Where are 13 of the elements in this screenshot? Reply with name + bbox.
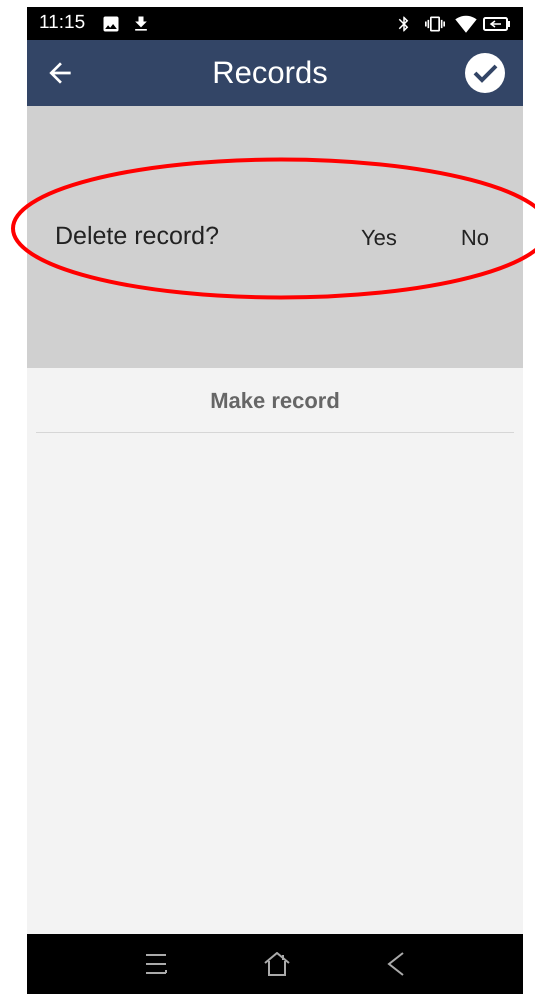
menu-icon[interactable] — [145, 953, 168, 975]
dialog-option[interactable]: Yes — [360, 220, 397, 254]
vibrate-icon — [425, 14, 445, 34]
back-icon[interactable] — [386, 952, 405, 976]
image-icon — [101, 14, 122, 34]
header-title: Records — [211, 54, 329, 92]
confirm-button[interactable] — [463, 51, 507, 95]
dialog-message: Delete record? — [55, 221, 220, 252]
battery-icon — [483, 16, 511, 30]
status-time: 11:15 — [39, 11, 86, 36]
home-icon[interactable] — [264, 952, 290, 976]
dialog-option[interactable]: No — [460, 220, 489, 254]
list-item[interactable]: Make record — [36, 368, 514, 433]
